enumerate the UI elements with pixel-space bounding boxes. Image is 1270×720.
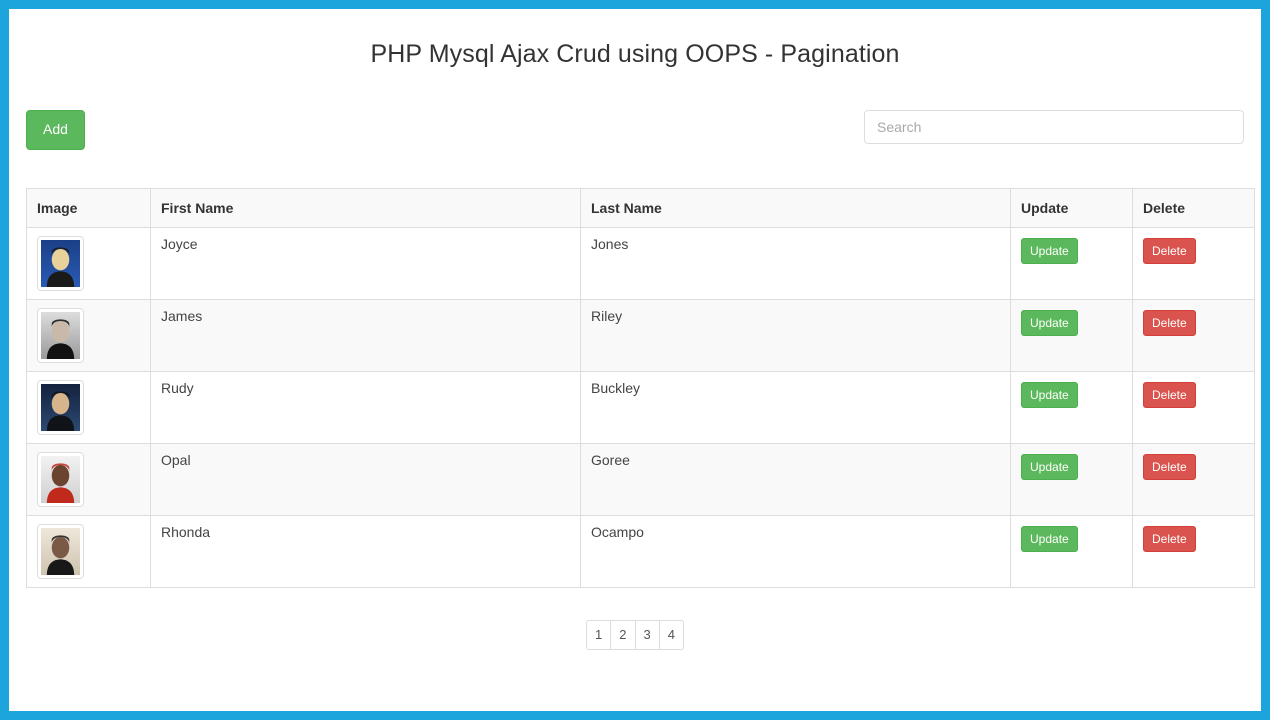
table-row: Joyce Jones Update Delete xyxy=(26,226,1255,300)
cell-first-name: Joyce xyxy=(150,226,581,300)
column-header-first-name: First Name xyxy=(150,187,581,228)
pagination-page-4[interactable]: 4 xyxy=(659,619,684,651)
table-row: Rudy Buckley Update Delete xyxy=(26,370,1255,444)
cell-image xyxy=(26,298,151,372)
update-button[interactable]: Update xyxy=(1021,381,1078,408)
delete-button[interactable]: Delete xyxy=(1143,309,1196,336)
avatar xyxy=(37,235,84,291)
delete-button[interactable]: Delete xyxy=(1143,453,1196,480)
avatar xyxy=(37,523,84,579)
pagination-page-1[interactable]: 1 xyxy=(586,619,612,651)
add-button[interactable]: Add xyxy=(26,110,85,150)
delete-button[interactable]: Delete xyxy=(1143,525,1196,552)
cell-update: Update xyxy=(1010,442,1133,516)
column-header-update: Update xyxy=(1010,187,1133,228)
column-header-image: Image xyxy=(26,187,151,228)
page-container: PHP Mysql Ajax Crud using OOPS - Paginat… xyxy=(15,9,1255,651)
cell-image xyxy=(26,226,151,300)
column-header-last-name: Last Name xyxy=(580,187,1011,228)
delete-button[interactable]: Delete xyxy=(1143,237,1196,264)
portrait-rudy-icon xyxy=(41,383,80,431)
update-button[interactable]: Update xyxy=(1021,525,1078,552)
pagination-wrapper: 1234 xyxy=(26,619,1244,651)
pagination: 1234 xyxy=(586,619,684,651)
cell-update: Update xyxy=(1010,370,1133,444)
cell-delete: Delete xyxy=(1132,514,1255,588)
cell-last-name: Riley xyxy=(580,298,1011,372)
table-head: Image First Name Last Name Update Delete xyxy=(26,187,1255,228)
cell-first-name: Rhonda xyxy=(150,514,581,588)
cell-delete: Delete xyxy=(1132,298,1255,372)
cell-image xyxy=(26,442,151,516)
table-row: Rhonda Ocampo Update Delete xyxy=(26,514,1255,588)
cell-last-name: Ocampo xyxy=(580,514,1011,588)
page-frame: PHP Mysql Ajax Crud using OOPS - Paginat… xyxy=(9,9,1261,711)
cell-last-name: Buckley xyxy=(580,370,1011,444)
cell-first-name: Opal xyxy=(150,442,581,516)
cell-first-name: James xyxy=(150,298,581,372)
cell-update: Update xyxy=(1010,226,1133,300)
search-wrapper xyxy=(864,110,1244,144)
pagination-page-2[interactable]: 2 xyxy=(611,619,636,651)
update-button[interactable]: Update xyxy=(1021,309,1078,336)
portrait-opal-icon xyxy=(41,455,80,503)
avatar xyxy=(37,379,84,435)
portrait-rhonda-icon xyxy=(41,527,80,575)
update-button[interactable]: Update xyxy=(1021,237,1078,264)
cell-update: Update xyxy=(1010,298,1133,372)
table-body: Joyce Jones Update Delete James Riley Update De… xyxy=(26,226,1255,588)
table-row: Opal Goree Update Delete xyxy=(26,442,1255,516)
cell-image xyxy=(26,370,151,444)
page-title: PHP Mysql Ajax Crud using OOPS - Paginat… xyxy=(370,40,900,68)
portrait-james-icon xyxy=(41,311,80,359)
cell-delete: Delete xyxy=(1132,226,1255,300)
delete-button[interactable]: Delete xyxy=(1143,381,1196,408)
column-header-delete: Delete xyxy=(1132,187,1255,228)
avatar xyxy=(37,307,84,363)
cell-image xyxy=(26,514,151,588)
cell-delete: Delete xyxy=(1132,370,1255,444)
toolbar: Add xyxy=(26,110,1244,150)
cell-first-name: Rudy xyxy=(150,370,581,444)
avatar xyxy=(37,451,84,507)
cell-update: Update xyxy=(1010,514,1133,588)
pagination-page-3[interactable]: 3 xyxy=(635,619,660,651)
portrait-joyce-icon xyxy=(41,239,80,287)
records-table: Image First Name Last Name Update Delete… xyxy=(26,187,1255,588)
table-row: James Riley Update Delete xyxy=(26,298,1255,372)
search-input[interactable] xyxy=(864,110,1244,144)
table-header-row: Image First Name Last Name Update Delete xyxy=(26,187,1255,228)
table-wrapper: Image First Name Last Name Update Delete… xyxy=(26,187,1255,588)
cell-delete: Delete xyxy=(1132,442,1255,516)
cell-last-name: Jones xyxy=(580,226,1011,300)
cell-last-name: Goree xyxy=(580,442,1011,516)
update-button[interactable]: Update xyxy=(1021,453,1078,480)
